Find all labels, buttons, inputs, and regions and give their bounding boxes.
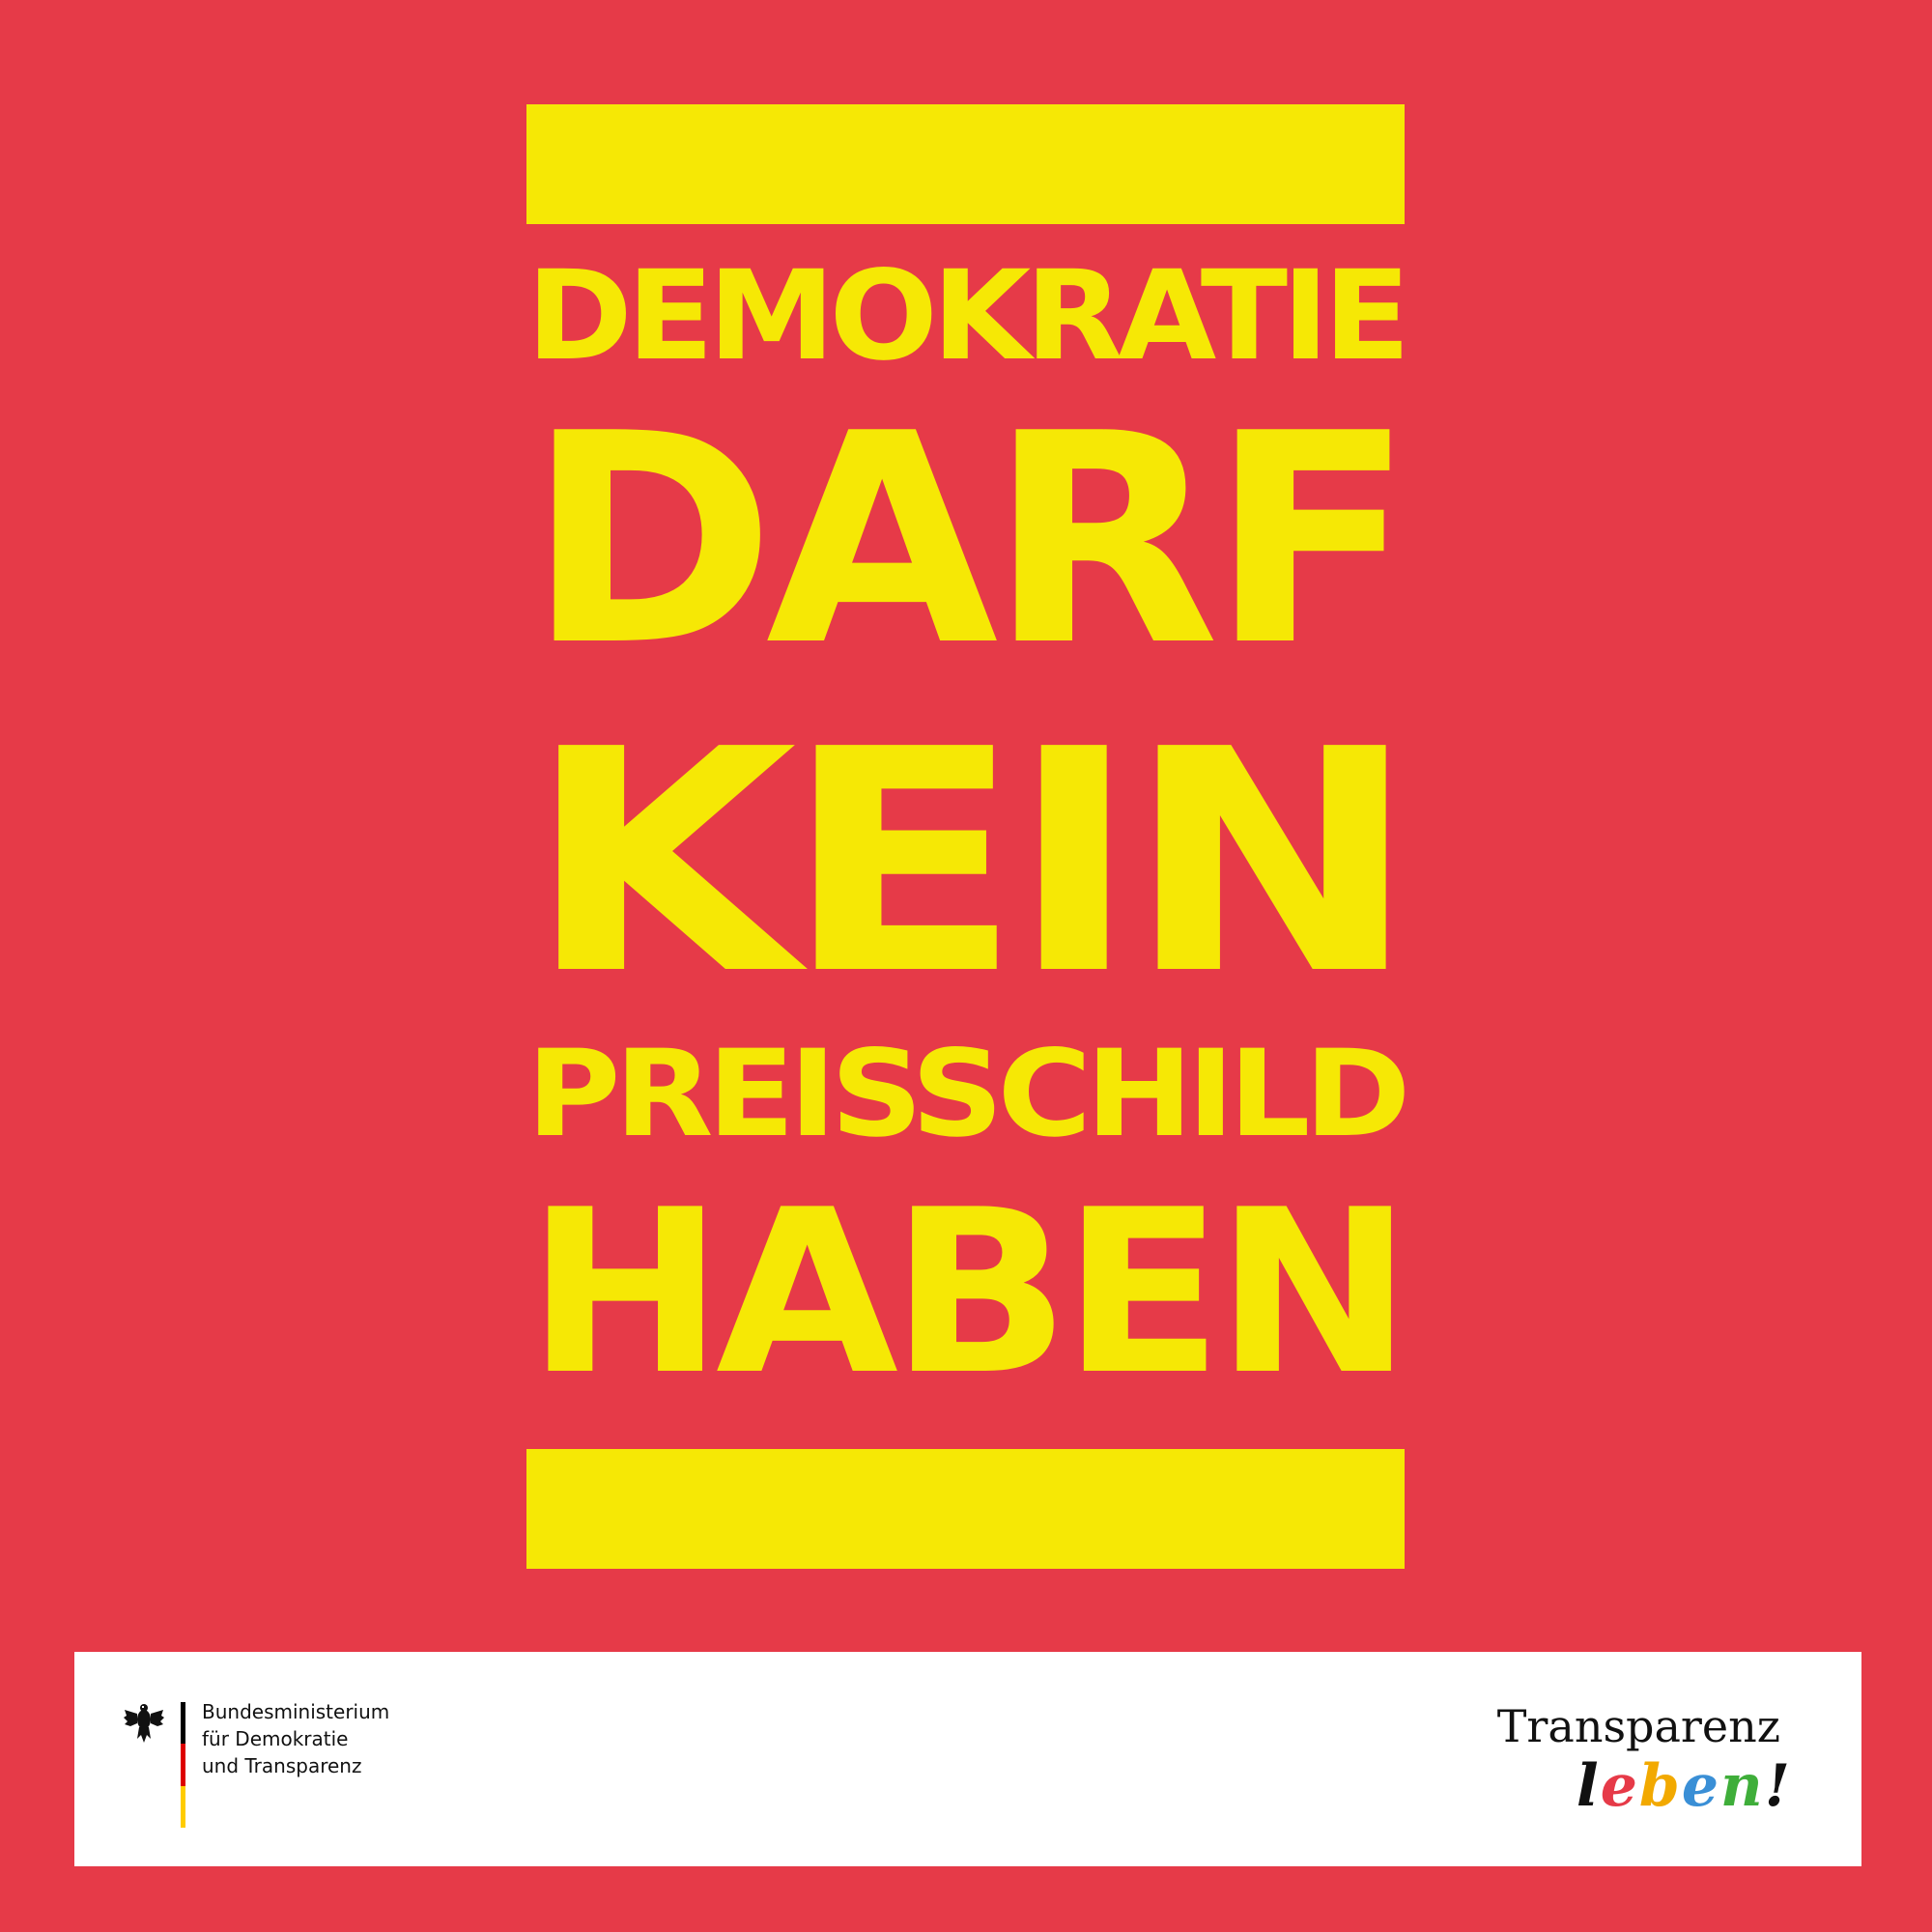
footer-panel: Bundesministerium für Demokratie und Tra… bbox=[74, 1652, 1861, 1866]
federal-eagle-icon bbox=[124, 1704, 164, 1743]
ministry-name: Bundesministerium für Demokratie und Tra… bbox=[202, 1700, 390, 1777]
german-flag-stripe bbox=[181, 1702, 185, 1828]
logo-script-letter: ! bbox=[1764, 1752, 1792, 1820]
bottom-decorative-bar bbox=[526, 1449, 1405, 1569]
logo-script-word: leben! bbox=[1577, 1752, 1792, 1820]
headline-line-3: kein bbox=[526, 713, 1405, 1012]
transparenz-leben-logo: Transparenz leben! bbox=[1483, 1700, 1792, 1826]
top-decorative-bar bbox=[526, 104, 1405, 224]
logo-script-letter: e bbox=[1681, 1752, 1721, 1820]
headline-line-2: darf bbox=[526, 404, 1405, 676]
logo-wordmark: Transparenz bbox=[1496, 1700, 1780, 1752]
headline-line-5: haben bbox=[526, 1190, 1405, 1397]
headline-line-4: Preisschild bbox=[526, 1034, 1405, 1155]
headline-line-1: Demokratie bbox=[526, 259, 1405, 373]
logo-script-letter: b bbox=[1638, 1752, 1682, 1820]
logo-script-letter: e bbox=[1600, 1752, 1639, 1820]
logo-script-letter: n bbox=[1720, 1752, 1765, 1820]
logo-script-letter: l bbox=[1576, 1752, 1601, 1820]
